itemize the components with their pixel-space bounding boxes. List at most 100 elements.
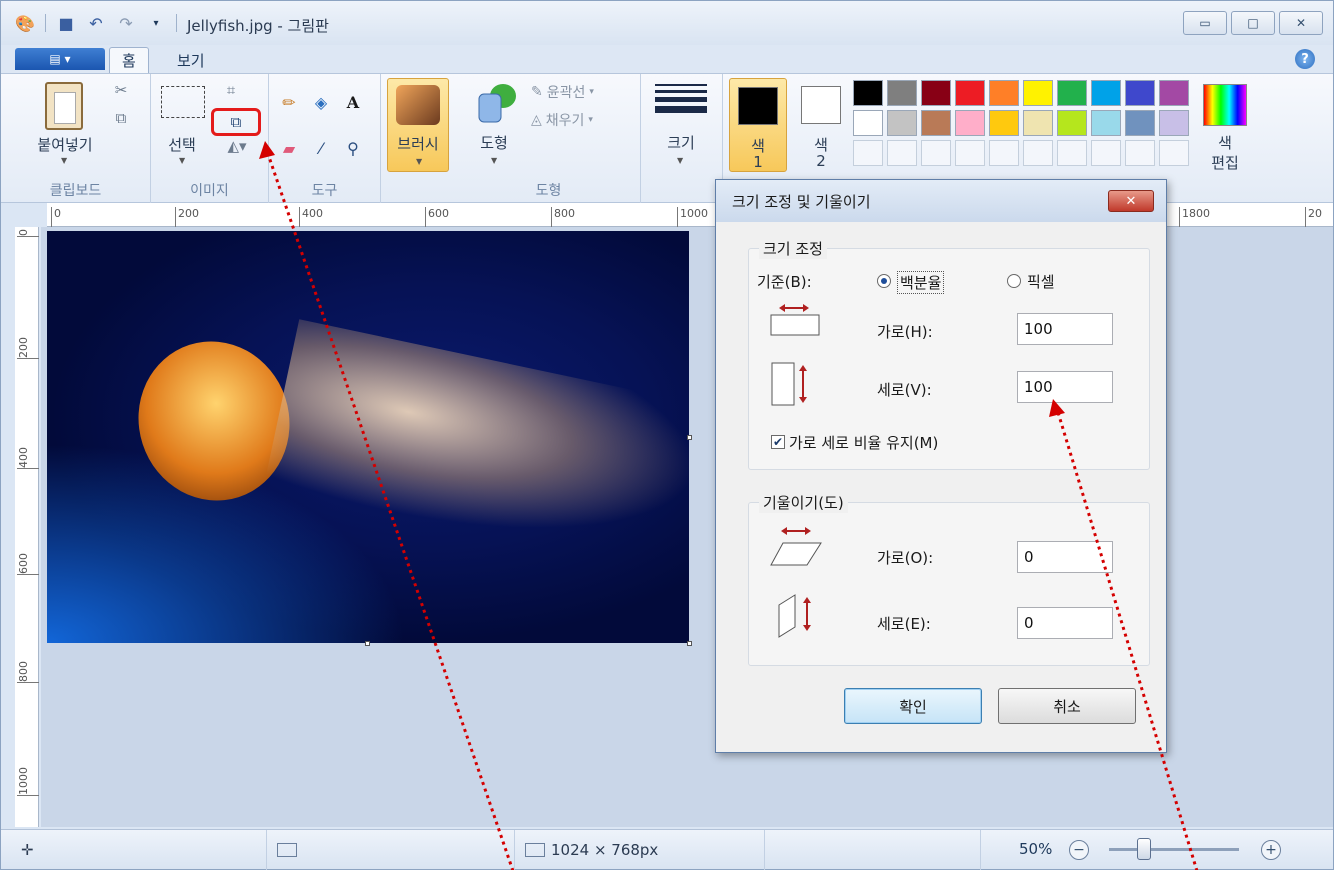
color1-button[interactable]: 색 1	[729, 78, 787, 172]
palette-swatch[interactable]	[1091, 140, 1121, 166]
resize-handle-right[interactable]	[687, 435, 692, 440]
brush-icon	[396, 85, 440, 125]
skew-vertical-input[interactable]	[1017, 607, 1113, 639]
palette-swatch[interactable]	[1125, 140, 1155, 166]
palette-swatch[interactable]	[853, 140, 883, 166]
palette-swatch[interactable]	[1159, 110, 1189, 136]
zoom-slider-thumb[interactable]	[1137, 838, 1151, 860]
shapes-button[interactable]: 도형	[469, 132, 519, 153]
fill-button[interactable]: ◬ 채우기 ▾	[531, 110, 593, 130]
pencil-icon[interactable]: ✏	[277, 90, 301, 114]
palette-swatch[interactable]	[955, 110, 985, 136]
percent-radio[interactable]	[877, 274, 891, 288]
copy-icon[interactable]: ⧉	[111, 108, 131, 128]
eraser-icon[interactable]: ▰	[277, 136, 301, 160]
keep-ratio-checkbox[interactable]: ✔	[771, 435, 785, 449]
palette-swatch[interactable]	[853, 110, 883, 136]
palette-swatch[interactable]	[1091, 80, 1121, 106]
horizontal-input[interactable]	[1017, 313, 1113, 345]
palette-swatch[interactable]	[1023, 140, 1053, 166]
brushes-label: 브러시	[397, 135, 439, 153]
palette-swatch[interactable]	[955, 140, 985, 166]
shapes-icon[interactable]	[473, 82, 517, 126]
help-icon[interactable]: ?	[1295, 49, 1315, 69]
text-icon[interactable]: A	[341, 90, 365, 114]
palette-swatch[interactable]	[1023, 110, 1053, 136]
palette-swatch[interactable]	[887, 110, 917, 136]
undo-icon[interactable]: ↶	[86, 13, 106, 33]
qat-dropdown-icon[interactable]: ▾	[146, 13, 166, 33]
tab-view[interactable]: 보기	[165, 47, 217, 73]
skew-horizontal-input[interactable]	[1017, 541, 1113, 573]
fill-bucket-icon[interactable]: ◈	[309, 90, 333, 114]
zoom-out-button[interactable]: −	[1069, 840, 1089, 860]
paste-icon[interactable]	[45, 82, 83, 130]
color2-button[interactable]: 색 2	[793, 78, 851, 172]
resize-handle-bottom[interactable]	[365, 641, 370, 646]
paste-dropdown-icon[interactable]: ▼	[61, 156, 67, 165]
palette-swatch[interactable]	[887, 80, 917, 106]
zoom-slider-track[interactable]	[1109, 848, 1239, 851]
percent-label[interactable]: 백분율	[897, 271, 945, 294]
edit-colors-label-2[interactable]: 편집	[1197, 152, 1253, 173]
cancel-button[interactable]: 취소	[998, 688, 1136, 724]
save-icon[interactable]: ■	[56, 13, 76, 33]
palette-swatch[interactable]	[989, 80, 1019, 106]
jellyfish-image[interactable]	[47, 231, 689, 643]
palette-swatch[interactable]	[1057, 140, 1087, 166]
palette-swatch[interactable]	[955, 80, 985, 106]
ruler-tick: 800	[551, 207, 575, 227]
redo-icon[interactable]: ↷	[116, 13, 136, 33]
magnifier-icon[interactable]: ⚲	[341, 136, 365, 160]
palette-swatch[interactable]	[1125, 110, 1155, 136]
palette-swatch[interactable]	[989, 140, 1019, 166]
palette-swatch[interactable]	[1159, 80, 1189, 106]
resize-skew-icon[interactable]: ⧉	[211, 108, 261, 136]
outline-button[interactable]: ✎ 윤곽선 ▾	[531, 82, 594, 102]
close-button[interactable]: ✕	[1279, 11, 1323, 35]
zoom-in-button[interactable]: +	[1261, 840, 1281, 860]
size-lines-icon[interactable]	[655, 84, 707, 124]
palette-swatch[interactable]	[921, 140, 951, 166]
rotate-icon[interactable]: ◭▾	[217, 136, 257, 156]
palette-swatch[interactable]	[1057, 110, 1087, 136]
palette-swatch[interactable]	[853, 80, 883, 106]
shapes-dropdown-icon[interactable]: ▼	[491, 156, 497, 165]
vertical-input[interactable]	[1017, 371, 1113, 403]
paint-app-icon[interactable]: 🎨	[15, 13, 35, 33]
maximize-button[interactable]: □	[1231, 11, 1275, 35]
paste-button[interactable]: 붙여넣기	[23, 134, 107, 155]
tab-home[interactable]: 홈	[109, 47, 149, 73]
dialog-close-button[interactable]: ✕	[1108, 190, 1154, 212]
select-dropdown-icon[interactable]: ▼	[179, 156, 185, 165]
pixel-radio[interactable]	[1007, 274, 1021, 288]
crop-icon[interactable]: ⌗	[221, 80, 241, 100]
ok-button[interactable]: 확인	[844, 688, 982, 724]
palette-swatch[interactable]	[1057, 80, 1087, 106]
edit-colors-label[interactable]: 색	[1197, 132, 1253, 153]
palette-swatch[interactable]	[921, 110, 951, 136]
application-menu-button[interactable]: ▤ ▾	[15, 48, 105, 70]
size-button[interactable]: 크기	[655, 132, 707, 153]
select-button[interactable]: 선택	[159, 134, 205, 155]
minimize-button[interactable]: ▭	[1183, 11, 1227, 35]
palette-swatch[interactable]	[1091, 110, 1121, 136]
size-dropdown-icon[interactable]: ▼	[677, 156, 683, 165]
pixel-label[interactable]: 픽셀	[1027, 271, 1055, 292]
palette-swatch[interactable]	[921, 80, 951, 106]
palette-swatch[interactable]	[887, 140, 917, 166]
resize-handle-corner[interactable]	[687, 641, 692, 646]
color-picker-icon[interactable]: ⁄	[309, 136, 333, 160]
selection-icon	[277, 843, 297, 857]
select-icon[interactable]	[161, 86, 205, 118]
edit-colors-icon[interactable]	[1203, 84, 1247, 126]
brushes-button[interactable]: 브러시 ▼	[387, 78, 449, 172]
cut-icon[interactable]: ✂	[111, 80, 131, 100]
palette-swatch[interactable]	[989, 110, 1019, 136]
palette-swatch[interactable]	[1023, 80, 1053, 106]
ruler-tick: 400	[299, 207, 323, 227]
keep-ratio-label[interactable]: 가로 세로 비율 유지(M)	[789, 432, 938, 453]
palette-swatch[interactable]	[1159, 140, 1189, 166]
palette-swatch[interactable]	[1125, 80, 1155, 106]
qat-separator	[176, 14, 177, 32]
